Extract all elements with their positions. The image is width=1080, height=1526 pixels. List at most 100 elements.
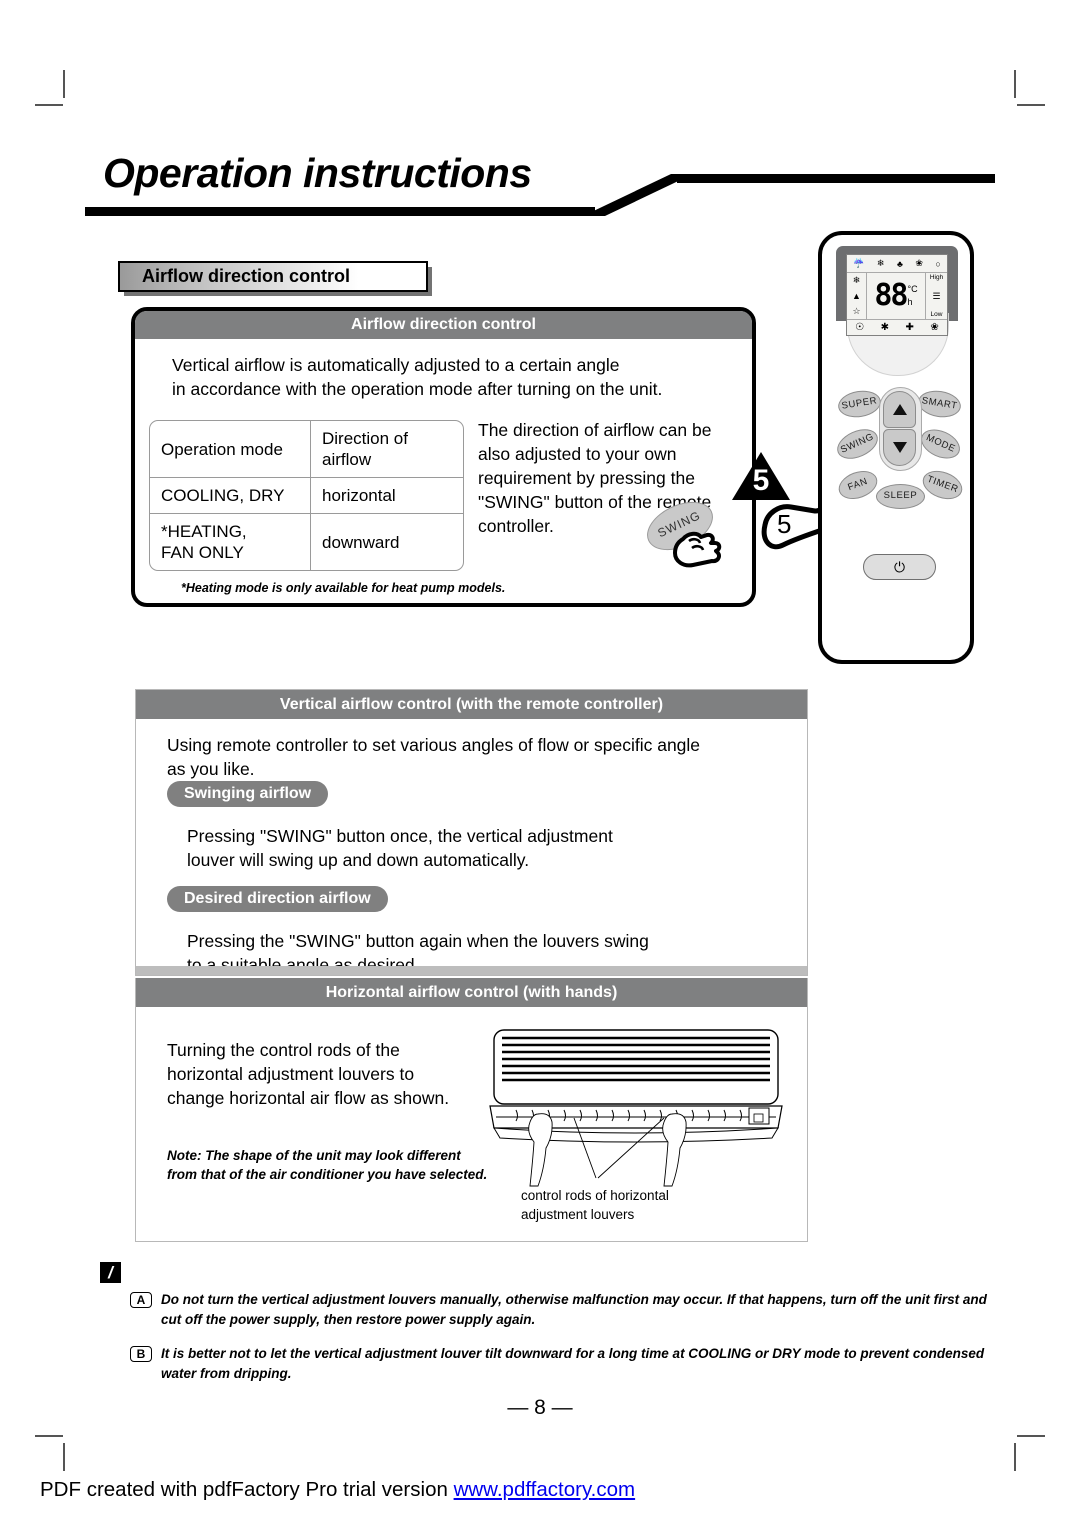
- warning-exclamation-icon: /: [100, 1262, 121, 1283]
- remote-lcd-display: ☔ ❄ ♣ ❀ ○ ❄ ▲ ☆ 88 °C h High ☰ Low ☉ ✱ ✚…: [846, 254, 948, 336]
- pointing-hand-icon: [673, 531, 722, 568]
- remote-button-super[interactable]: SUPER: [836, 387, 883, 421]
- star-icon: ☆: [852, 305, 861, 316]
- down-arrow-icon: [892, 442, 907, 453]
- swinging-airflow-text: Pressing "SWING" button once, the vertic…: [187, 826, 613, 870]
- crop-mark-top-left-vertical: [63, 70, 65, 98]
- lcd-digits: 88: [874, 278, 908, 313]
- operation-mode-table: Operation mode Direction of airflow COOL…: [149, 420, 464, 571]
- lcd-fan-speed-column: High ☰ Low: [925, 273, 947, 319]
- horizontal-control-text: Turning the control rods of the horizont…: [167, 1040, 450, 1108]
- air-conditioner-illustration: [486, 1026, 786, 1196]
- lcd-unit-temp: °C: [907, 284, 918, 294]
- section-label: Airflow direction control: [118, 261, 428, 292]
- callout-number: 5: [752, 464, 770, 497]
- pdf-watermark-text: PDF created with pdfFactory Pro trial ve…: [40, 1478, 454, 1501]
- lcd-middle-row: ❄ ▲ ☆ 88 °C h High ☰ Low: [847, 273, 947, 319]
- caution-text-b: It is better not to let the vertical adj…: [161, 1346, 985, 1381]
- remote-button-swing-label: SWING: [838, 431, 876, 456]
- swing-button-illustration: SWING: [639, 492, 750, 590]
- lcd-units: °C h: [908, 283, 918, 309]
- section-label-text: Airflow direction control: [142, 266, 351, 286]
- crop-mark-top-right-horizontal: [1017, 104, 1045, 106]
- page-header: Operation instructions: [85, 150, 995, 222]
- power-icon: ⏻: [893, 558, 906, 575]
- remote-button-mode-label: MODE: [924, 432, 958, 455]
- airflow-intro-text: Vertical airflow is automatically adjust…: [172, 355, 663, 399]
- lcd-fan-low-label: Low: [930, 311, 943, 318]
- table-cell-mode-heating-fan-only: *HEATING, FAN ONLY: [150, 513, 310, 570]
- remote-button-smart-label: SMART: [920, 395, 959, 412]
- panel-vertical-heading: Vertical airflow control (with the remot…: [136, 690, 807, 719]
- remote-button-smart[interactable]: SMART: [916, 387, 963, 421]
- panel-horizontal-heading: Horizontal airflow control (with hands): [136, 978, 807, 1007]
- remote-button-down[interactable]: [883, 429, 916, 466]
- remote-button-swing[interactable]: SWING: [832, 423, 883, 465]
- snowflake-icon: ❄: [876, 258, 885, 268]
- up-arrow-icon: [892, 404, 907, 415]
- up-triangle-icon: ▲: [852, 290, 861, 301]
- caution-badge-b: B: [130, 1346, 152, 1362]
- remote-button-timer[interactable]: TIMER: [918, 465, 967, 505]
- caution-badge-a: A: [130, 1292, 152, 1308]
- circle-icon: ○: [935, 258, 941, 269]
- snowflake-icon: ❄: [852, 275, 861, 286]
- horizontal-shape-note: Note: The shape of the unit may look dif…: [167, 1148, 488, 1182]
- panel-vertical-footer-band: [136, 966, 807, 975]
- page-number: — 8 —: [507, 1396, 573, 1419]
- panel-airflow-body: Vertical airflow is automatically adjust…: [135, 339, 752, 401]
- crop-mark-bottom-right-vertical: [1014, 1443, 1016, 1471]
- pdf-watermark: PDF created with pdfFactory Pro trial ve…: [40, 1478, 635, 1502]
- lcd-left-icon-column: ❄ ▲ ☆: [847, 273, 867, 319]
- pdf-watermark-link[interactable]: www.pdffactory.com: [454, 1478, 636, 1501]
- vertical-intro-text: Using remote controller to set various a…: [167, 735, 701, 779]
- table-cell-direction-downward: downward: [310, 513, 463, 570]
- lcd-digits-area: 88 °C h: [867, 273, 925, 319]
- callout-triangle-5: 5: [732, 452, 790, 500]
- table-header-row: Operation mode Direction of airflow: [150, 421, 463, 477]
- caution-text-a: Do not turn the vertical adjustment louv…: [161, 1292, 987, 1327]
- remote-button-power[interactable]: ⏻: [863, 554, 936, 580]
- table-row: *HEATING, FAN ONLY downward: [150, 513, 463, 570]
- auto-icon: ☉: [855, 322, 865, 333]
- remote-up-down-rocker: [879, 387, 922, 471]
- remote-controller: ☔ ❄ ♣ ❀ ○ ❄ ▲ ☆ 88 °C h High ☰ Low ☉ ✱ ✚…: [818, 231, 974, 664]
- remote-button-sleep[interactable]: SLEEP: [876, 484, 925, 509]
- header-bar-right: [677, 174, 995, 183]
- remote-button-up[interactable]: [883, 391, 916, 428]
- table-header-direction-of-airflow: Direction of airflow: [310, 421, 463, 477]
- remote-button-super-label: SUPER: [840, 395, 878, 412]
- table-cell-mode-cooling-dry: COOLING, DRY: [150, 477, 310, 513]
- crop-mark-bottom-left-horizontal: [35, 1435, 63, 1437]
- hand-callout-number: 5: [777, 509, 792, 539]
- table-cell-direction-horizontal: horizontal: [310, 477, 463, 513]
- pill-swinging-airflow: Swinging airflow: [167, 781, 329, 807]
- signal-icon: ☔: [853, 258, 865, 268]
- crop-mark-bottom-right-horizontal: [1017, 1435, 1045, 1437]
- panel-vertical-airflow-control: Vertical airflow control (with the remot…: [135, 689, 808, 976]
- lcd-fan-high-label: High: [929, 274, 944, 281]
- remote-button-fan[interactable]: FAN: [834, 465, 882, 505]
- remote-button-fan-label: FAN: [846, 475, 870, 494]
- panel-airflow-heading: Airflow direction control: [135, 311, 752, 339]
- crop-mark-bottom-left-vertical: [63, 1443, 65, 1471]
- heating-mode-footnote: *Heating mode is only available for heat…: [181, 581, 506, 595]
- fan-icon: ❀: [915, 258, 923, 268]
- snow-star-icon: ✱: [880, 322, 890, 333]
- crop-mark-top-right-vertical: [1014, 70, 1016, 98]
- remote-button-mode[interactable]: MODE: [916, 423, 965, 465]
- pill-desired-direction-airflow: Desired direction airflow: [167, 886, 388, 912]
- table-header-operation-mode: Operation mode: [161, 439, 283, 459]
- drop-icon: ♣: [896, 258, 903, 269]
- header-rule: [85, 207, 595, 216]
- page-title: Operation instructions: [103, 150, 532, 196]
- air-conditioner-svg: [489, 1029, 783, 1187]
- plus-fan-icon: ✚: [905, 322, 914, 333]
- caution-item-a: A Do not turn the vertical adjustment lo…: [130, 1290, 1000, 1330]
- warning-bang-glyph: /: [108, 1263, 113, 1282]
- remote-button-timer-label: TIMER: [925, 473, 960, 496]
- fan-speed-bars-icon: ☰: [932, 291, 941, 301]
- panel-horizontal-airflow-control: Horizontal airflow control (with hands) …: [135, 978, 808, 1242]
- lcd-top-icon-row: ☔ ❄ ♣ ❀ ○: [847, 255, 947, 273]
- lcd-unit-hour: h: [907, 297, 913, 307]
